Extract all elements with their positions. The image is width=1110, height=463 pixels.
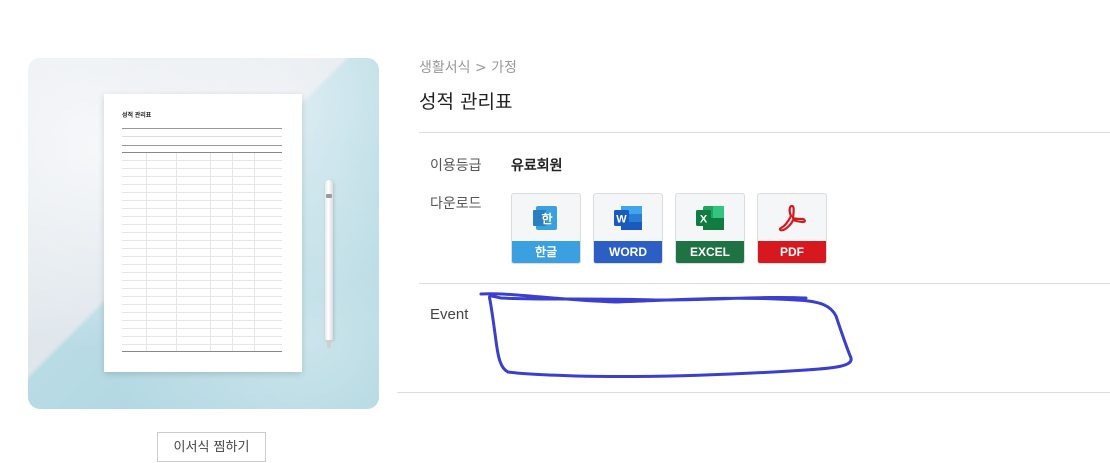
page-title: 성적 관리표 [419, 91, 513, 113]
svg-text:X: X [700, 214, 708, 226]
usage-grade-label: 이용등급 [430, 158, 482, 174]
divider-middle [419, 283, 1110, 284]
event-label: Event [430, 306, 469, 323]
excel-icon: X [676, 194, 744, 242]
thumbnail-title: 성적 관리표 [122, 113, 152, 119]
download-excel-label: EXCEL [676, 241, 744, 263]
stylus-pencil [325, 180, 333, 348]
hangul-icon: 한 [512, 194, 580, 242]
download-hangul-button[interactable]: 한 한글 [511, 193, 581, 264]
divider-top [419, 132, 1110, 133]
template-preview-image: 성적 관리표 [28, 58, 379, 409]
download-pdf-button[interactable]: PDF [757, 193, 827, 264]
hand-drawn-annotation [479, 292, 853, 379]
pdf-icon [758, 194, 826, 242]
divider-bottom [397, 392, 1110, 393]
download-pdf-label: PDF [758, 241, 826, 263]
breadcrumb[interactable]: 생활서식 > 가정 [419, 57, 517, 77]
download-label: 다운로드 [430, 196, 482, 212]
svg-text:W: W [616, 214, 627, 226]
download-word-label: WORD [594, 241, 662, 263]
word-icon: W [594, 194, 662, 242]
download-word-button[interactable]: W WORD [593, 193, 663, 264]
thumbnail-info-table [122, 128, 282, 146]
svg-text:한: 한 [541, 211, 552, 226]
usage-grade-value: 유료회원 [511, 158, 563, 174]
thumbnail-grid-table [122, 152, 282, 352]
download-excel-button[interactable]: X EXCEL [675, 193, 745, 264]
document-thumbnail: 성적 관리표 [104, 94, 302, 372]
download-hangul-label: 한글 [512, 241, 580, 263]
